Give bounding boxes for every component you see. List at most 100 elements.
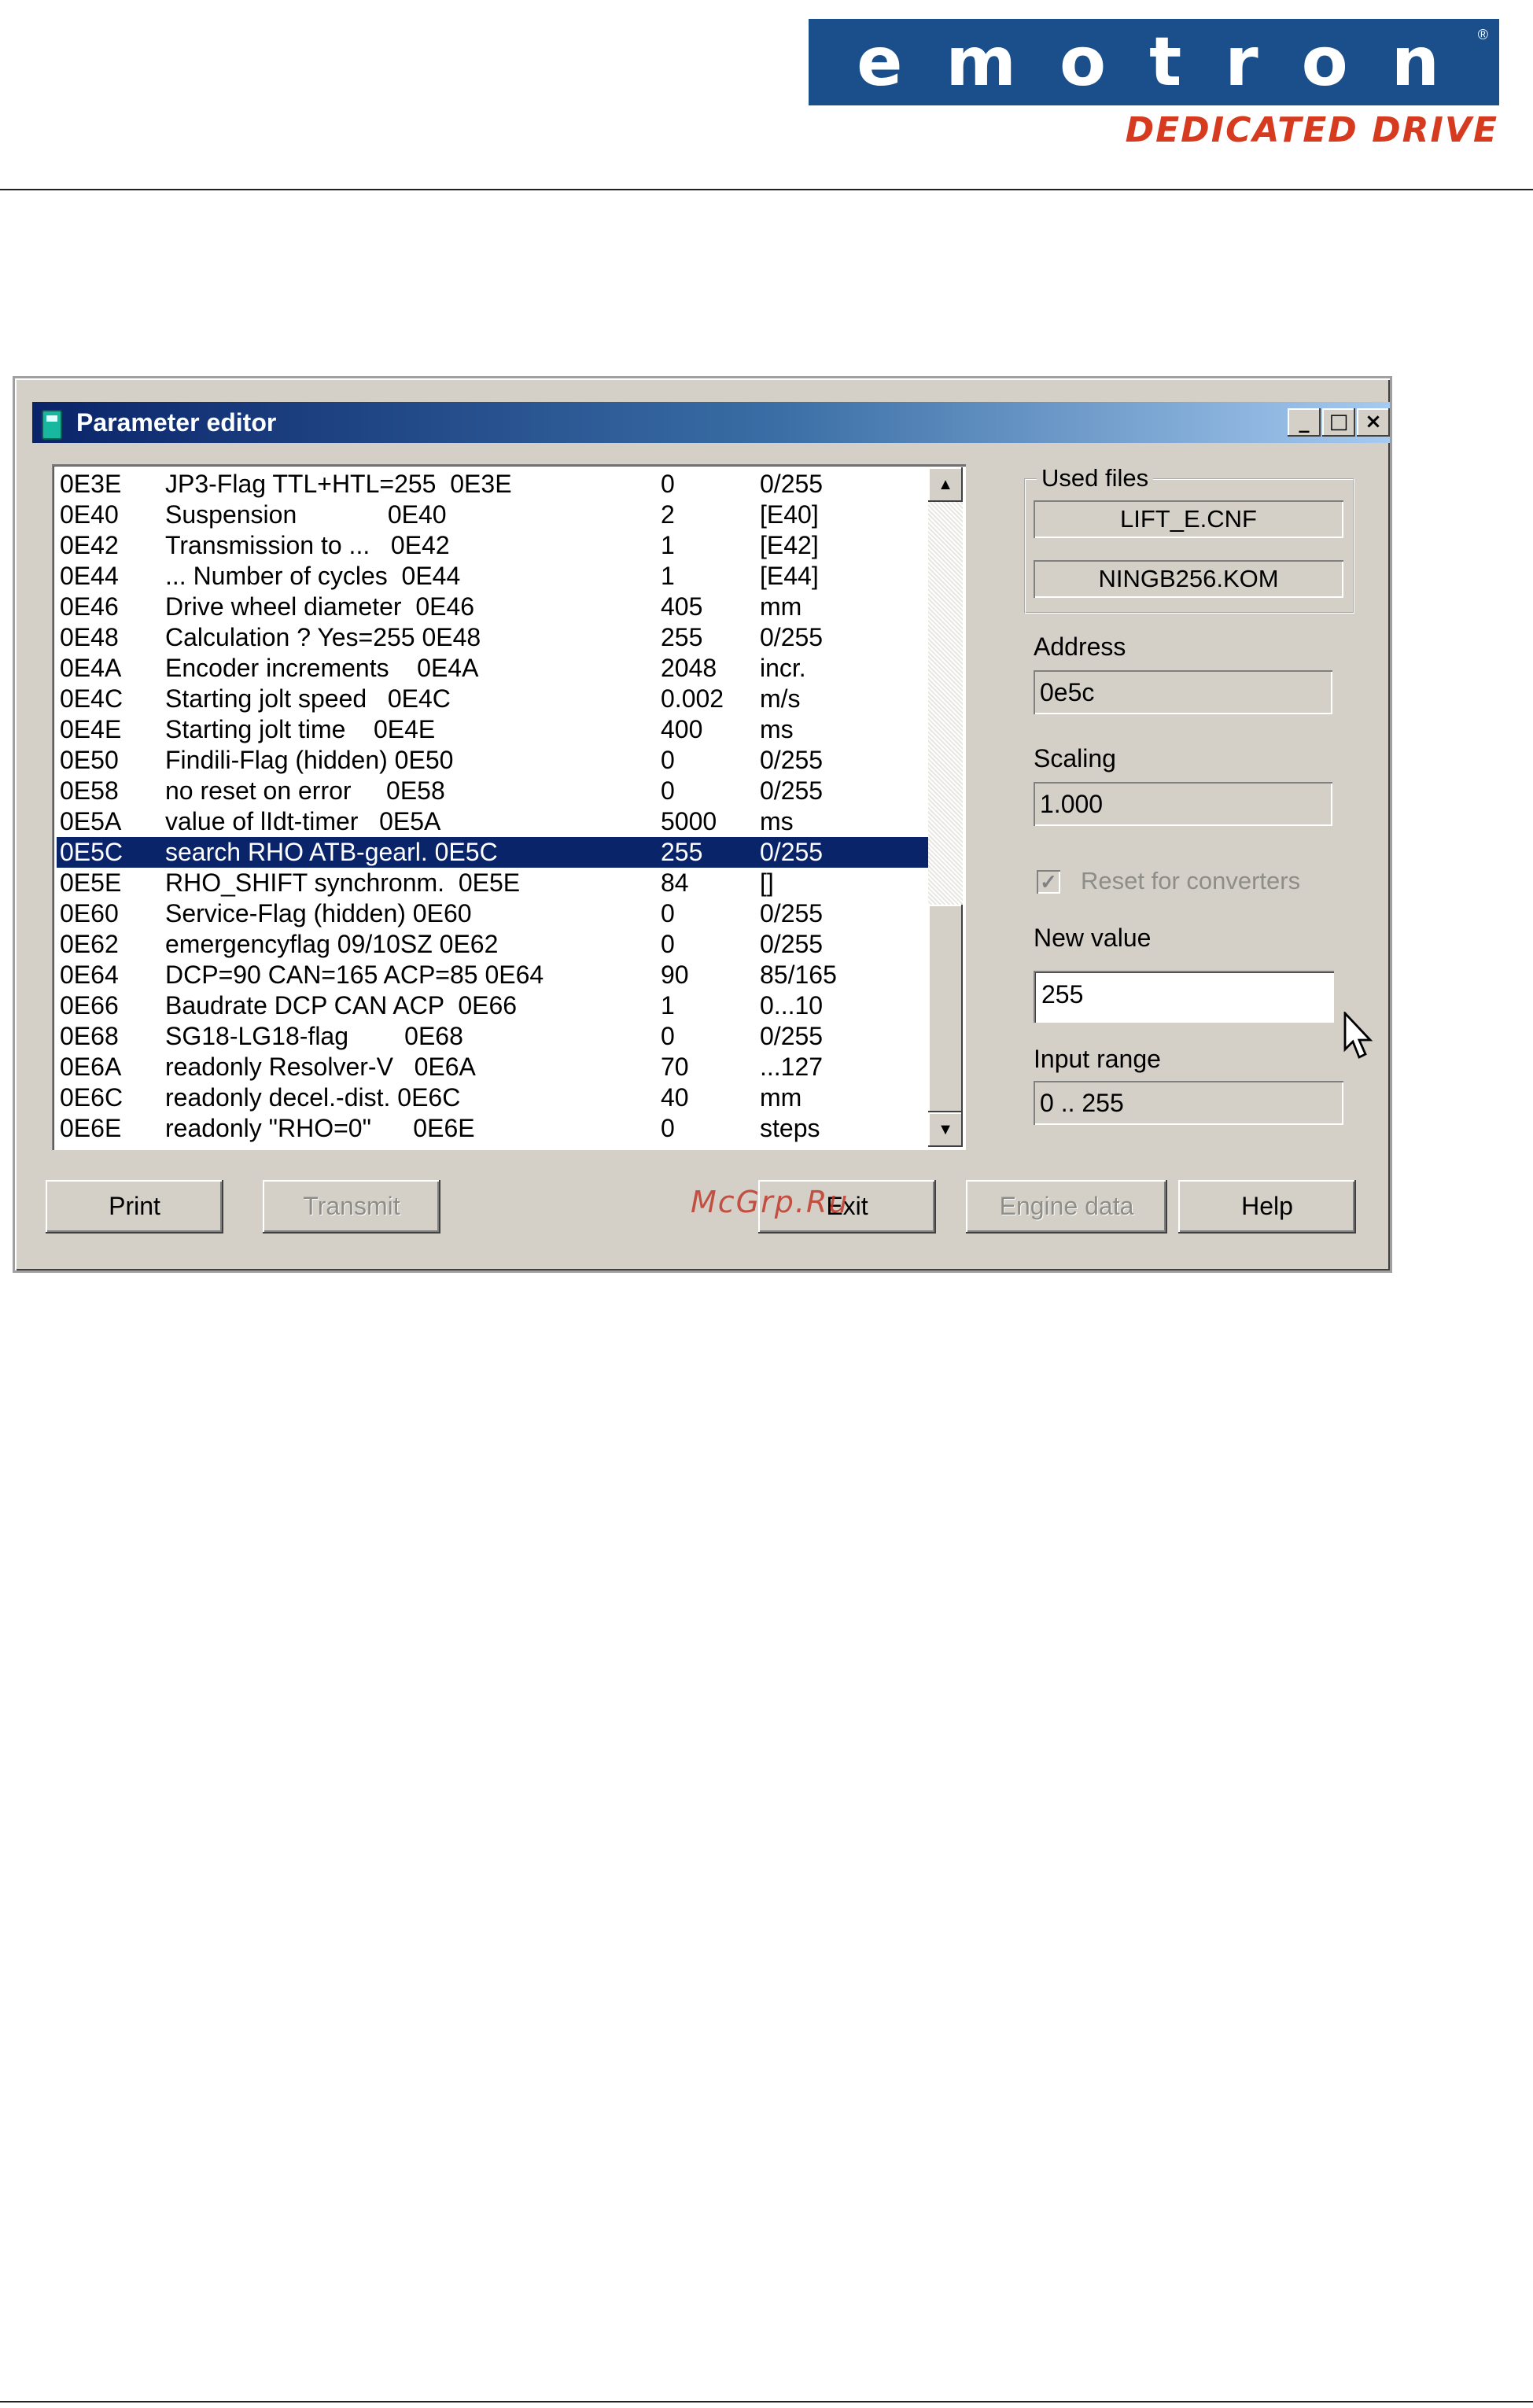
parameter-row[interactable]: 0E46 Drive wheel diameter 0E46 405 mm [57,592,928,622]
parameter-unit: [E44] [760,562,819,590]
parameter-row[interactable]: 0E50 Findili-Flag (hidden) 0E50 0 0/255 [57,745,928,776]
parameter-code: 0E50 [60,746,119,774]
new-value-input[interactable]: 255 [1034,971,1334,1023]
parameter-unit: [] [760,868,774,897]
reset-converters-label: Reset for converters [1081,867,1301,894]
footer-divider [0,2401,1533,2402]
header-divider [0,189,1533,190]
logo-wordmark: emotron [857,23,1483,101]
parameter-value: 0 [661,776,675,805]
parameter-row[interactable]: 0E4E Starting jolt time 0E4E 400 ms [57,714,928,745]
parameter-rows: 0E3E JP3-Flag TTL+HTL=255 0E3E 0 0/255 0E40 S… [57,469,928,1144]
close-button[interactable]: × [1357,408,1390,437]
scaling-label: Scaling [1034,744,1116,773]
engine-data-button[interactable]: Engine data [966,1180,1167,1234]
parameter-row[interactable]: 0E68 SG18-LG18-flag 0E68 0 0/255 [57,1021,928,1052]
maximize-button[interactable]: □ [1322,408,1355,437]
parameter-row[interactable]: 0E3E JP3-Flag TTL+HTL=255 0E3E 0 0/255 [57,469,928,500]
parameter-description: Starting jolt speed 0E4C [165,684,451,713]
parameter-row[interactable]: 0E58 no reset on error 0E58 0 0/255 [57,776,928,806]
parameter-code: 0E40 [60,500,119,529]
parameter-unit: ms [760,807,794,835]
parameter-description: readonly decel.-dist. 0E6C [165,1083,461,1112]
reset-converters-checkbox[interactable]: ✓ [1037,870,1060,894]
parameter-code: 0E5E [60,868,122,897]
parameter-row[interactable]: 0E64 DCP=90 CAN=165 ACP=85 0E64 90 85/165 [57,960,928,990]
parameter-code: 0E44 [60,562,119,590]
parameter-unit: [E42] [760,531,819,559]
parameter-row[interactable]: 0E4A Encoder increments 0E4A 2048 incr. [57,653,928,684]
parameter-unit: ms [760,715,794,743]
parameter-code: 0E42 [60,531,119,559]
file-kom-field: NINGB256.KOM [1034,560,1343,598]
title-bar[interactable]: Parameter editor _ □ × [32,402,1390,443]
parameter-row[interactable]: 0E44 ... Number of cycles 0E44 1 [E44] [57,561,928,592]
vertical-scrollbar[interactable]: ▲ ▼ [928,467,963,1147]
parameter-unit: 0/255 [760,838,824,866]
parameter-row[interactable]: 0E5C search RHO ATB-gearl. 0E5C 255 0/255 [57,837,928,868]
parameter-row[interactable]: 0E6C readonly decel.-dist. 0E6C 40 mm [57,1082,928,1113]
logo-tagline: DEDICATED DRIVE [1125,110,1498,150]
parameter-description: Transmission to ... 0E42 [165,531,450,559]
parameter-value: 70 [661,1053,689,1081]
parameter-value: 255 [661,838,703,866]
watermark-text: McGrp.Ru [691,1185,849,1219]
parameter-unit: 0/255 [760,470,824,498]
scroll-down-button[interactable]: ▼ [928,1112,963,1147]
parameter-unit: ...127 [760,1053,824,1081]
parameter-row[interactable]: 0E6A readonly Resolver-V 0E6A 70 ...127 [57,1052,928,1082]
parameter-description: no reset on error 0E58 [165,776,445,805]
parameter-code: 0E58 [60,776,119,805]
parameter-unit: 0/255 [760,930,824,958]
parameter-description: DCP=90 CAN=165 ACP=85 0E64 [165,961,544,989]
parameter-unit: 0/255 [760,899,824,927]
parameter-code: 0E60 [60,899,119,927]
parameter-row[interactable]: 0E42 Transmission to ... 0E42 1 [E42] [57,530,928,561]
address-label: Address [1034,632,1126,661]
scaling-field: 1.000 [1034,782,1332,826]
parameter-code: 0E68 [60,1022,119,1050]
parameter-row[interactable]: 0E6E readonly "RHO=0" 0E6E 0 steps [57,1113,928,1144]
parameter-value: 1 [661,562,675,590]
parameter-row[interactable]: 0E48 Calculation ? Yes=255 0E48 255 0/255 [57,622,928,653]
used-files-legend: Used files [1037,464,1154,492]
parameter-unit: mm [760,592,802,621]
parameter-description: Findili-Flag (hidden) 0E50 [165,746,454,774]
parameter-description: RHO_SHIFT synchronm. 0E5E [165,868,521,897]
window-title: Parameter editor [76,408,277,437]
transmit-button[interactable]: Transmit [263,1180,440,1234]
parameter-row[interactable]: 0E60 Service-Flag (hidden) 0E60 0 0/255 [57,898,928,929]
parameter-description: Calculation ? Yes=255 0E48 [165,623,481,651]
parameter-row[interactable]: 0E62 emergencyflag 09/10SZ 0E62 0 0/255 [57,929,928,960]
parameter-row[interactable]: 0E66 Baudrate DCP CAN ACP 0E66 1 0...10 [57,990,928,1021]
parameter-value: 40 [661,1083,689,1112]
parameter-code: 0E62 [60,930,119,958]
parameter-unit: 0...10 [760,991,824,1020]
parameter-list[interactable]: 0E3E JP3-Flag TTL+HTL=255 0E3E 0 0/255 0E40 S… [52,464,966,1150]
parameter-code: 0E6A [60,1053,122,1081]
parameter-code: 0E66 [60,991,119,1020]
parameter-value: 0 [661,899,675,927]
new-value-label: New value [1034,924,1152,952]
parameter-value: 84 [661,868,689,897]
scroll-up-button[interactable]: ▲ [928,467,963,502]
parameter-description: ... Number of cycles 0E44 [165,562,461,590]
parameter-code: 0E4E [60,715,122,743]
parameter-code: 0E46 [60,592,119,621]
parameter-row[interactable]: 0E40 Suspension 0E40 2 [E40] [57,500,928,530]
parameter-description: Suspension 0E40 [165,500,447,529]
scroll-thumb[interactable] [928,905,963,1112]
parameter-unit: 0/255 [760,1022,824,1050]
parameter-code: 0E3E [60,470,122,498]
parameter-row[interactable]: 0E5E RHO_SHIFT synchronm. 0E5E 84 [] [57,868,928,898]
file-cnf-field: LIFT_E.CNF [1034,500,1343,538]
parameter-unit: 0/255 [760,623,824,651]
parameter-unit: [E40] [760,500,819,529]
minimize-button[interactable]: _ [1288,408,1321,437]
parameter-row[interactable]: 0E4C Starting jolt speed 0E4C 0.002 m/s [57,684,928,714]
help-button[interactable]: Help [1178,1180,1356,1234]
parameter-code: 0E64 [60,961,119,989]
print-button[interactable]: Print [46,1180,223,1234]
parameter-description: JP3-Flag TTL+HTL=255 0E3E [165,470,512,498]
parameter-row[interactable]: 0E5A value of lIdt-timer 0E5A 5000 ms [57,806,928,837]
